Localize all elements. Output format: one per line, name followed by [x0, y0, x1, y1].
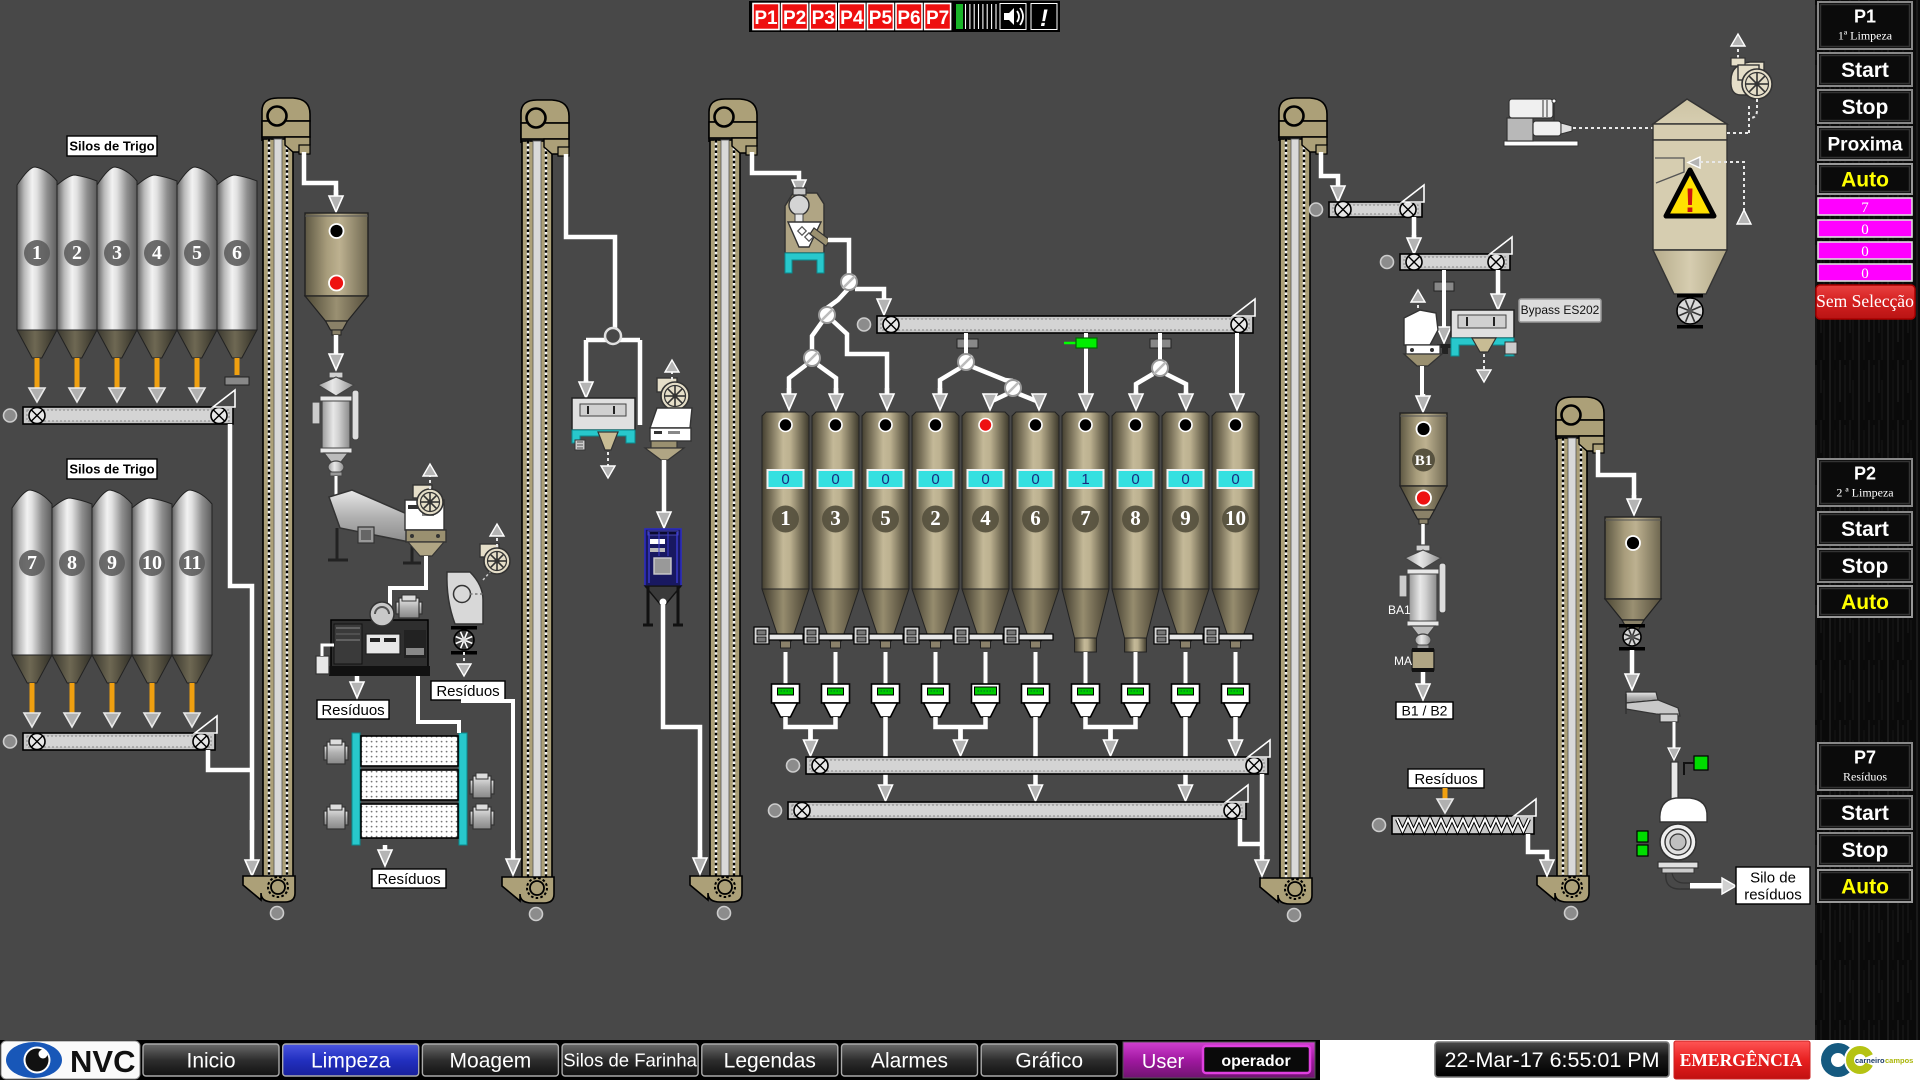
svg-text:carneiro: carneiro [1855, 1056, 1885, 1065]
svg-text:1ª Limpeza: 1ª Limpeza [1838, 29, 1893, 43]
svg-text:operador: operador [1221, 1053, 1290, 1070]
svg-text:campos: campos [1885, 1056, 1913, 1065]
svg-text:0: 0 [1231, 471, 1239, 488]
svg-text:P5: P5 [869, 8, 893, 29]
svg-text:P3: P3 [812, 8, 835, 29]
svg-text:Start: Start [1841, 802, 1889, 825]
svg-text:Silo de: Silo de [1750, 869, 1796, 886]
svg-text:Auto: Auto [1841, 876, 1889, 899]
svg-text:Auto: Auto [1841, 591, 1889, 614]
svg-text:!: ! [1040, 5, 1048, 32]
svg-text:0: 0 [1861, 266, 1869, 282]
svg-text:Start: Start [1841, 59, 1889, 82]
svg-text:Silos de Trigo: Silos de Trigo [69, 139, 154, 154]
svg-text:0: 0 [1861, 244, 1869, 260]
svg-text:0: 0 [931, 471, 939, 488]
svg-text:Proxima: Proxima [1828, 134, 1903, 155]
svg-text:5: 5 [192, 242, 202, 264]
svg-text:6: 6 [232, 242, 242, 264]
svg-text:0: 0 [1031, 471, 1039, 488]
svg-text:0: 0 [1861, 222, 1869, 238]
svg-text:P2: P2 [1854, 464, 1876, 484]
svg-text:P7: P7 [926, 8, 949, 29]
svg-text:6: 6 [1030, 506, 1041, 530]
svg-text:Gráfico: Gráfico [1015, 1050, 1083, 1073]
svg-text:P4: P4 [840, 8, 864, 29]
svg-text:Sem Selecção: Sem Selecção [1816, 291, 1914, 311]
svg-text:Limpeza: Limpeza [311, 1050, 391, 1073]
svg-text:5: 5 [880, 506, 891, 530]
svg-text:8: 8 [1130, 506, 1141, 530]
svg-text:4: 4 [980, 506, 991, 530]
svg-text:0: 0 [781, 471, 789, 488]
svg-text:2: 2 [72, 242, 82, 264]
svg-text:Resíduos: Resíduos [377, 871, 440, 888]
svg-text:0: 0 [881, 471, 889, 488]
svg-text:P6: P6 [897, 8, 920, 29]
svg-text:MA: MA [1394, 654, 1412, 668]
svg-text:Resíduos: Resíduos [1414, 771, 1477, 788]
svg-text:Inicio: Inicio [186, 1050, 235, 1073]
svg-text:Alarmes: Alarmes [871, 1050, 948, 1073]
svg-text:Resíduos: Resíduos [1843, 770, 1887, 784]
svg-text:Stop: Stop [1842, 555, 1889, 578]
svg-text:3: 3 [112, 242, 122, 264]
svg-text:User: User [1142, 1051, 1185, 1073]
svg-text:10: 10 [142, 552, 162, 574]
svg-text:22-Mar-17 6:55:01 PM: 22-Mar-17 6:55:01 PM [1444, 1048, 1659, 1072]
svg-text:7: 7 [1861, 200, 1869, 216]
svg-text:Silos de Farinha: Silos de Farinha [563, 1050, 697, 1071]
svg-text:11: 11 [183, 552, 202, 574]
svg-text:Moagem: Moagem [450, 1050, 532, 1073]
svg-text:1: 1 [32, 242, 42, 264]
svg-text:7: 7 [1080, 506, 1091, 530]
svg-text:9: 9 [1180, 506, 1191, 530]
svg-text:8: 8 [67, 552, 77, 574]
svg-text:P1: P1 [1854, 7, 1876, 27]
svg-text:B1: B1 [1415, 453, 1433, 469]
svg-text:Auto: Auto [1841, 169, 1889, 192]
svg-text:Stop: Stop [1842, 96, 1889, 119]
svg-text:2 ª Limpeza: 2 ª Limpeza [1836, 486, 1894, 500]
svg-text:2: 2 [930, 506, 941, 530]
svg-text:BA1: BA1 [1388, 603, 1411, 617]
svg-text:P2: P2 [783, 8, 806, 29]
svg-text:7: 7 [27, 552, 37, 574]
svg-text:Start: Start [1841, 518, 1889, 541]
svg-text:Silos de Trigo: Silos de Trigo [69, 462, 154, 477]
svg-text:Legendas: Legendas [724, 1050, 816, 1073]
svg-text:9: 9 [107, 552, 117, 574]
svg-text:10: 10 [1225, 506, 1246, 530]
svg-text:4: 4 [152, 242, 162, 264]
svg-text:P7: P7 [1854, 748, 1876, 768]
svg-text:Bypass ES202: Bypass ES202 [1521, 303, 1600, 317]
svg-text:0: 0 [1131, 471, 1139, 488]
svg-text:NVC: NVC [70, 1044, 135, 1079]
svg-text:!: ! [1684, 182, 1695, 220]
svg-text:1: 1 [1081, 471, 1089, 488]
svg-text:Resíduos: Resíduos [436, 683, 499, 700]
svg-text:EMERGÊNCIA: EMERGÊNCIA [1680, 1050, 1803, 1070]
svg-text:Resíduos: Resíduos [321, 702, 384, 719]
svg-text:0: 0 [831, 471, 839, 488]
svg-text:1: 1 [780, 506, 791, 530]
svg-text:3: 3 [830, 506, 841, 530]
svg-text:Stop: Stop [1842, 839, 1889, 862]
svg-text:B1 / B2: B1 / B2 [1402, 703, 1448, 719]
svg-text:0: 0 [981, 471, 989, 488]
svg-text:0: 0 [1181, 471, 1189, 488]
svg-text:resíduos: resíduos [1744, 886, 1802, 903]
svg-text:P1: P1 [754, 8, 778, 29]
